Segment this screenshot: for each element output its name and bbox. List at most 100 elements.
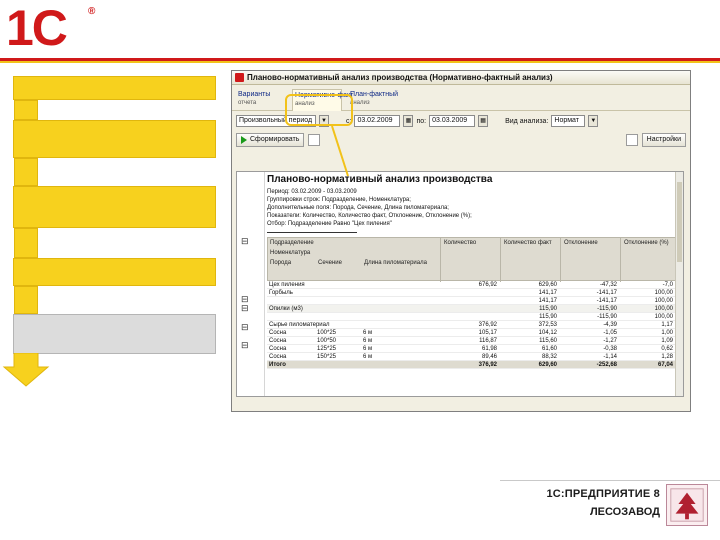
grouping-gutter: ⊟ ⊟ ⊟ ⊟ ⊟: [237, 172, 265, 396]
table-cell: 100*25: [317, 330, 337, 336]
table-cell: -115,90: [597, 314, 617, 320]
table-cell: -47,32: [599, 282, 617, 288]
scrollbar-thumb[interactable]: [677, 182, 682, 262]
header-rule-yellow: [0, 61, 720, 63]
table-row[interactable]: 115,90 -115,90 100,00: [267, 313, 677, 321]
header-section: Сечение: [318, 260, 342, 266]
table-cell: 61,60: [541, 346, 557, 352]
table-cell: 6 м: [363, 330, 373, 336]
table-cell: 115,60: [539, 338, 557, 344]
table-cell: 372,53: [538, 322, 557, 328]
table-row[interactable]: Сырье пиломатериал 376,92 372,53 -4,39 1,17: [267, 321, 677, 329]
flow-connector-2: [14, 158, 38, 186]
table-cell: 376,92: [478, 322, 497, 328]
table-cell: 100,00: [654, 306, 673, 312]
total-cell: 376,92: [478, 362, 497, 368]
table-row[interactable]: Опилки (м3) 115,90 -115,90 100,00: [267, 305, 677, 313]
total-cell: Итого: [269, 362, 286, 368]
table-cell: 115,90: [539, 314, 557, 320]
header-deviation: Отклонение: [564, 240, 598, 246]
header-length: Длина пиломатериала: [364, 260, 427, 266]
group-toggle-icon[interactable]: ⊟: [241, 322, 249, 332]
total-cell: 67,04: [657, 362, 673, 368]
table-row[interactable]: 141,17 -141,17 100,00: [267, 297, 677, 305]
table-cell: -141,17: [596, 298, 617, 304]
table-cell: -0,38: [603, 346, 617, 352]
window-title: Планово-нормативный анализ производства …: [247, 73, 553, 82]
table-cell: 61,98: [481, 346, 497, 352]
table-cell: 89,46: [481, 354, 497, 360]
total-cell: -252,68: [596, 362, 617, 368]
header-divider: [560, 238, 561, 282]
header-divider: [620, 238, 621, 282]
table-row[interactable]: Сосна 100*25 6 м 105,17 104,12 -1,05 1,00: [267, 329, 677, 337]
date-to-label: по:: [416, 117, 427, 125]
table-total-row[interactable]: Итого 376,92 629,60 -252,68 67,04: [267, 361, 677, 369]
table-cell: -4,39: [603, 322, 617, 328]
table-cell: Горбыль: [269, 290, 293, 296]
tab-report-variants[interactable]: Варианты отчета: [236, 89, 286, 111]
report-area: ⊟ ⊟ ⊟ ⊟ ⊟ Планово-нормативный анализ про…: [236, 171, 684, 397]
flow-connector-4: [14, 286, 38, 314]
table-header: Подразделение Номенклатура Порода Сечени…: [267, 237, 677, 282]
table-cell: Цех пиления: [269, 282, 305, 288]
date-to-input[interactable]: 03.03.2009: [429, 115, 476, 127]
table-cell: 100*50: [317, 338, 337, 344]
group-toggle-icon[interactable]: ⊟: [241, 303, 249, 313]
analysis-type-select[interactable]: Нормат: [551, 115, 586, 127]
product-brand: 1С:ПРЕДПРИЯТИЕ 8 ЛЕСОЗАВОД: [528, 488, 660, 518]
down-arrow-icon: [2, 353, 50, 387]
table-cell: 115,90: [539, 306, 557, 312]
tab-sublabel: отчета: [238, 100, 257, 106]
flow-connector-3: [14, 228, 38, 258]
table-row[interactable]: Горбыль 141,17 -141,17 100,00: [267, 289, 677, 297]
logo-text: 1C: [6, 0, 68, 56]
calendar-icon[interactable]: ▦: [478, 115, 489, 127]
table-cell: 1,09: [661, 338, 673, 344]
table-cell: 1,28: [661, 354, 673, 360]
report-param-line: Период: 03.02.2009 - 03.03.2009: [267, 189, 357, 195]
group-toggle-icon[interactable]: ⊟: [241, 236, 249, 246]
table-cell: 150*25: [317, 354, 337, 360]
report-param-line: Дополнительные поля: Порода, Сечение, Дл…: [267, 205, 449, 211]
group-toggle-icon[interactable]: ⊟: [241, 340, 249, 350]
header-deviation-pct: Отклонение (%): [624, 240, 669, 246]
generate-button-label: Сформировать: [250, 136, 300, 143]
table-cell: 141,17: [538, 298, 557, 304]
table-row[interactable]: Сосна 150*25 6 м 89,46 88,32 -1,14 1,28: [267, 353, 677, 361]
analysis-type-label: Вид анализа:: [505, 117, 549, 125]
table-cell: 100,00: [654, 290, 673, 296]
table-row[interactable]: Сосна 100*50 6 м 116,87 115,60 -1,27 1,09: [267, 337, 677, 345]
table-cell: -7,0: [662, 282, 673, 288]
header-division: Подразделение: [270, 240, 314, 246]
report-separator: [267, 232, 357, 233]
total-cell: 629,60: [538, 362, 557, 368]
chevron-down-icon[interactable]: ▼: [588, 115, 599, 127]
table-cell: 100,00: [654, 314, 673, 320]
report-param-line: Отбор: Подразделение Равно "Цех пиления": [267, 221, 392, 227]
table-cell: Опилки (м3): [269, 306, 303, 312]
panel-toggle-icon[interactable]: [625, 134, 638, 146]
table-cell: 125*25: [317, 346, 337, 352]
flow-step-5: [13, 314, 216, 354]
flow-step-4: [13, 258, 216, 286]
app-icon: [235, 73, 244, 82]
table-row[interactable]: Сосна 125*25 6 м 61,98 61,60 -0,38 0,62: [267, 345, 677, 353]
table-cell: 1,17: [661, 322, 673, 328]
table-cell: Сосна: [269, 346, 287, 352]
generate-button[interactable]: Сформировать: [236, 133, 305, 147]
settings-button[interactable]: Настройки: [641, 133, 686, 147]
table-cell: 0,62: [661, 346, 673, 352]
vertical-scrollbar[interactable]: [675, 172, 683, 396]
table-row[interactable]: Цех пиления 676,92 629,60 -47,32 -7,0: [267, 281, 677, 289]
flow-step-3: [13, 186, 216, 228]
registered-mark: ®: [88, 6, 96, 17]
calendar-icon[interactable]: ▦: [403, 115, 414, 127]
header-species: Порода: [270, 260, 292, 266]
tab-label: Варианты: [238, 91, 271, 98]
table-cell: 1,00: [661, 330, 673, 336]
table-cell: 100,00: [654, 298, 673, 304]
report-param-line: Показатели: Количество, Количество факт,…: [267, 213, 472, 219]
table-cell: 6 м: [363, 338, 373, 344]
company-logo: 1C ®: [6, 0, 110, 56]
